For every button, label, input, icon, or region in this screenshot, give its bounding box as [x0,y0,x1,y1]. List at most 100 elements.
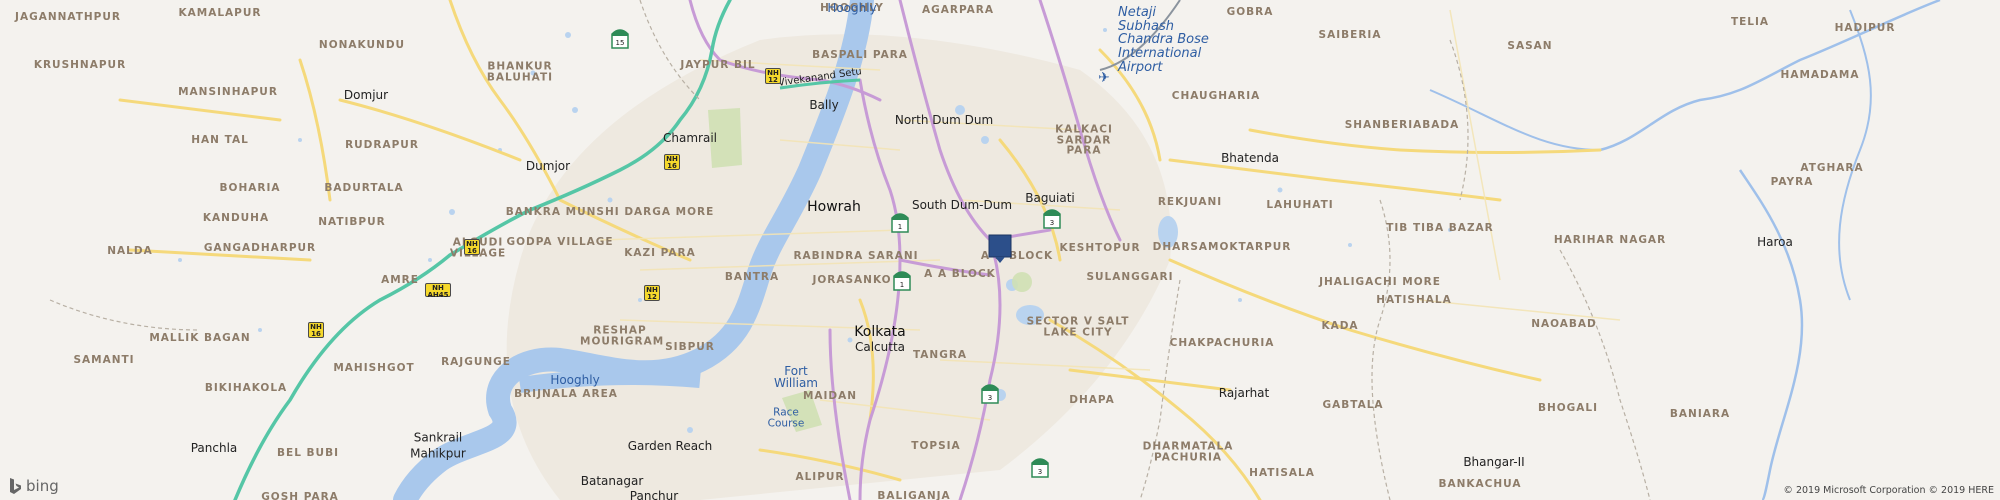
route-shield-nh12-kazi-para: NH 12 [644,285,660,301]
svg-text:1: 1 [898,223,902,231]
area-label-boharia: BOHARIA [219,181,281,194]
place-label-bally: Bally [809,98,839,112]
area-label-brijnala-area: BRIJNALA AREA [514,387,618,400]
svg-text:1: 1 [900,281,904,289]
area-label-sasan: SASAN [1507,39,1553,52]
area-label-rekjuani: REKJUANI [1157,195,1223,208]
area-label-dharsamoktarpur: DHARSAMOKTARPUR [1152,240,1292,253]
area-label-kada: KADA [1321,319,1359,332]
area-label-dharmatala-pachuria: DHARMATALA PACHURIA [1142,440,1234,463]
route-shield-nh16-mallik-bagan: NH 16 [308,322,324,338]
area-label-sulanggari: SULANGGARI [1086,270,1174,283]
area-label-hadipur: HADIPUR [1834,21,1896,34]
area-label-rudrapur: RUDRAPUR [345,138,419,151]
place-label-sankrail-mahikpur: Sankrail Mahikpur [410,430,466,460]
area-label-kazi-para: KAZI PARA [624,246,696,259]
area-label-shanberiabada: SHANBERIABADA [1344,118,1460,131]
area-label-amre: AMRE [381,273,419,286]
area-label-chakpachuria: CHAKPACHURIA [1169,336,1275,349]
svg-text:3: 3 [1038,468,1042,476]
area-label-harihar-nagar: HARIHAR NAGAR [1553,233,1667,246]
area-label-tib-tiba-bazar: TIB TIBA BAZAR [1386,221,1494,234]
area-label-mallik-bagan: MALLIK BAGAN [149,331,251,344]
area-label-kanduha: KANDUHA [202,211,270,224]
area-label-naoabad: NAOABAD [1531,317,1597,330]
place-label-dumjor: Dumjor [525,159,571,173]
route-shield-sh15: 15 [610,26,630,50]
airport-icon: ✈ [1098,70,1110,86]
area-label-atghara: ATGHARA [1800,161,1864,174]
place-label-bhatenda: Bhatenda [1221,151,1279,165]
place-label-rajarhat: Rajarhat [1218,386,1270,400]
shield-icon: 1 [891,213,909,233]
svg-text:15: 15 [616,39,625,47]
location-pin[interactable] [988,234,1012,264]
place-label-batanagar: Batanagar [580,474,644,488]
area-label-bankra-munshi-darga-more: BANKRA MUNSHI DARGA MORE [505,205,715,218]
bing-icon [10,478,21,494]
area-label-kalkaci-sardar-para: KALKACI SARDAR PARA [1055,123,1113,157]
place-label-panchur: Panchur [629,489,679,500]
route-shield-ah45: NH AH45 [425,283,451,299]
city-label-calcutta: Calcutta [854,340,906,354]
area-label-godpa-village: GODPA VILLAGE [506,235,614,248]
area-label-hamadama: HAMADAMA [1780,68,1860,81]
map-marker-icon [988,234,1012,263]
city-label-kolkata: Kolkata [854,324,906,340]
area-label-hatishala: HATISHALA [1376,293,1452,306]
area-label-telia: TELIA [1730,15,1770,28]
area-label-sector-v-salt-lake-city: SECTOR V SALT LAKE CITY [1026,315,1130,338]
water-label-fort-william: Fort William [774,364,818,390]
area-label-baliganja: BALIGANJA [877,489,951,500]
area-label-bhogali: BHOGALI [1537,401,1599,414]
area-label-maidan: MAIDAN [802,389,858,402]
route-shield-nh16-amre: NH 16 [464,239,480,255]
area-label-baspali-para: BASPALI PARA [812,48,908,61]
area-label-mahishgot: MAHISHGOT [333,361,415,374]
place-label-haroa: Haroa [1757,235,1793,249]
area-label-sibpur: SIBPUR [665,340,715,353]
area-label-topsia: TOPSIA [911,439,961,452]
place-label-race-course: Race Course [767,406,805,429]
area-label-samanti: SAMANTI [73,353,135,366]
area-label-reshap-mourigram: RESHAP MOURIGRAM [580,324,665,347]
area-label-jhaligachi-more: JHALIGACHI MORE [1319,275,1441,288]
shield-icon: 3 [1031,458,1049,478]
area-label-mansinhapur: MANSINHAPUR [178,85,278,98]
area-label-gangadharpur: GANGADHARPUR [203,241,317,254]
area-label-bantra: BANTRA [724,270,780,283]
area-label-badurtala: BADURTALA [324,181,404,194]
water-label-hooghly-south: Hooghly [550,373,600,387]
area-label-payra: PAYRA [1770,175,1814,188]
area-label-natibpur: NATIBPUR [318,215,386,228]
route-shield-sh3-baguiati: 3 [1042,206,1062,230]
area-label-bikihakola: BIKIHAKOLA [204,381,288,394]
route-shield-nh16-chamrail: NH 16 [664,154,680,170]
copyright-notice: © 2019 Microsoft Corporation © 2019 HERE [1783,485,1994,496]
bing-wordmark: bing [26,477,59,495]
area-label-han-tal: HAN TAL [191,133,249,146]
area-label-bel-bubi: BEL BUBI [277,446,339,459]
area-label-keshtopur: KESHTOPUR [1059,241,1141,254]
route-shield-sh1-howrah: 1 [890,210,910,234]
shield-icon: 15 [611,29,629,49]
airport-label: Netaji Subhash Chandra Bose Internationa… [1118,5,1209,75]
place-label-chamrail: Chamrail [663,131,717,145]
area-label-saiberia: SAIBERIA [1318,28,1382,41]
area-label-rabindra-sarani: RABINDRA SARANI [793,249,919,262]
area-label-agarpara: AGARPARA [921,3,995,16]
city-label-howrah: Howrah [807,199,861,215]
area-label-bhankur-baluhati: BHANKUR BALUHATI [486,60,554,83]
area-label-gosh-para: GOSH PARA [261,490,339,500]
route-shield-sh3-topsia: 3 [1030,455,1050,479]
place-label-baguiati: Baguiati [1025,191,1075,205]
area-label-nonakundu: NONAKUNDU [318,38,406,51]
svg-text:3: 3 [1050,219,1054,227]
area-label-lahuhati: LAHUHATI [1266,198,1334,211]
map-view[interactable]: JAGANNATHPUR KAMALAPUR NONAKUNDU KRUSHNA… [0,0,2000,500]
place-label-garden-reach: Garden Reach [627,439,713,453]
svg-text:3: 3 [988,394,992,402]
area-label-rajgunge: RAJGUNGE [441,355,511,368]
place-label-bhangar-ii: Bhangar-II [1463,455,1525,469]
place-label-panchla: Panchla [190,441,238,455]
